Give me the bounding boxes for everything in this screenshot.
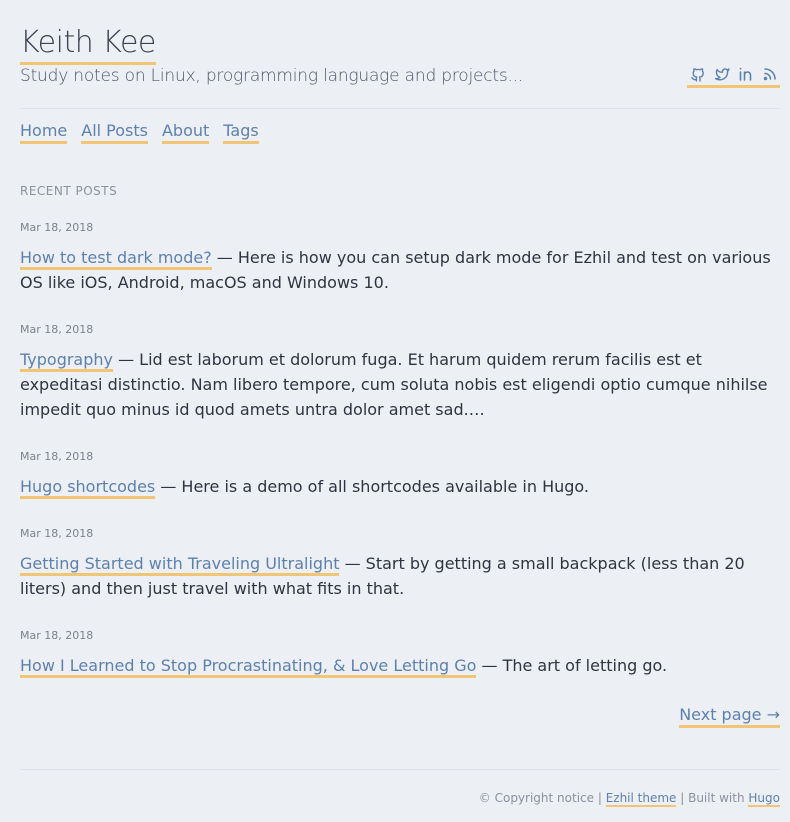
post-date: Mar 18, 2018 — [20, 221, 94, 234]
post-item: Mar 18, 2018 How I Learned to Stop Procr… — [20, 629, 780, 678]
post-line: Hugo shortcodes — Here is a demo of all … — [20, 474, 780, 499]
copyright-text: © Copyright notice | — [478, 791, 606, 805]
post-summary: — Lid est laborum et dolorum fuga. Et ha… — [20, 350, 768, 419]
github-icon[interactable] — [690, 66, 706, 82]
header-divider — [20, 108, 780, 109]
post-summary: — The art of letting go. — [476, 656, 668, 675]
hugo-link[interactable]: Hugo — [748, 791, 780, 807]
post-line: How to test dark mode? — Here is how you… — [20, 245, 780, 295]
theme-link[interactable]: Ezhil theme — [605, 791, 677, 807]
post-line: How I Learned to Stop Procrastinating, &… — [20, 653, 780, 678]
post-item: Mar 18, 2018 How to test dark mode? — He… — [20, 221, 780, 295]
post-title-link[interactable]: Getting Started with Traveling Ultraligh… — [20, 554, 340, 576]
post-title-link[interactable]: Hugo shortcodes — [20, 477, 156, 499]
main-nav: Home All Posts About Tags — [20, 122, 259, 144]
nav-tags[interactable]: Tags — [223, 122, 259, 144]
site-title[interactable]: Keith Kee — [20, 26, 156, 65]
post-date: Mar 18, 2018 — [20, 450, 94, 463]
nav-all-posts[interactable]: All Posts — [81, 122, 148, 144]
post-title-link[interactable]: How I Learned to Stop Procrastinating, &… — [20, 656, 477, 678]
nav-about[interactable]: About — [161, 122, 210, 144]
post-item: Mar 18, 2018 Getting Started with Travel… — [20, 527, 780, 601]
twitter-icon[interactable] — [714, 66, 730, 82]
next-page-link[interactable]: Next page → — [679, 705, 780, 728]
post-title-link[interactable]: Typography — [20, 350, 113, 372]
post-summary: — Here is a demo of all shortcodes avail… — [155, 477, 589, 496]
linkedin-icon[interactable] — [738, 66, 754, 82]
footer: © Copyright notice | Ezhil theme | Built… — [478, 790, 780, 807]
post-title-link[interactable]: How to test dark mode? — [20, 248, 212, 270]
post-date: Mar 18, 2018 — [20, 527, 94, 540]
rss-icon[interactable] — [762, 66, 778, 82]
post-line: Getting Started with Traveling Ultraligh… — [20, 551, 780, 601]
social-links — [687, 66, 780, 88]
recent-posts-heading: RECENT POSTS — [20, 184, 118, 198]
post-item: Mar 18, 2018 Hugo shortcodes — Here is a… — [20, 450, 780, 499]
site-description: Study notes on Linux, programming langua… — [20, 66, 524, 86]
post-date: Mar 18, 2018 — [20, 323, 94, 336]
post-item: Mar 18, 2018 Typography — Lid est laboru… — [20, 323, 780, 422]
nav-home[interactable]: Home — [20, 122, 68, 144]
built-with-text: | Built with — [676, 791, 749, 805]
post-date: Mar 18, 2018 — [20, 629, 94, 642]
footer-divider — [20, 769, 780, 770]
post-line: Typography — Lid est laborum et dolorum … — [20, 347, 780, 422]
